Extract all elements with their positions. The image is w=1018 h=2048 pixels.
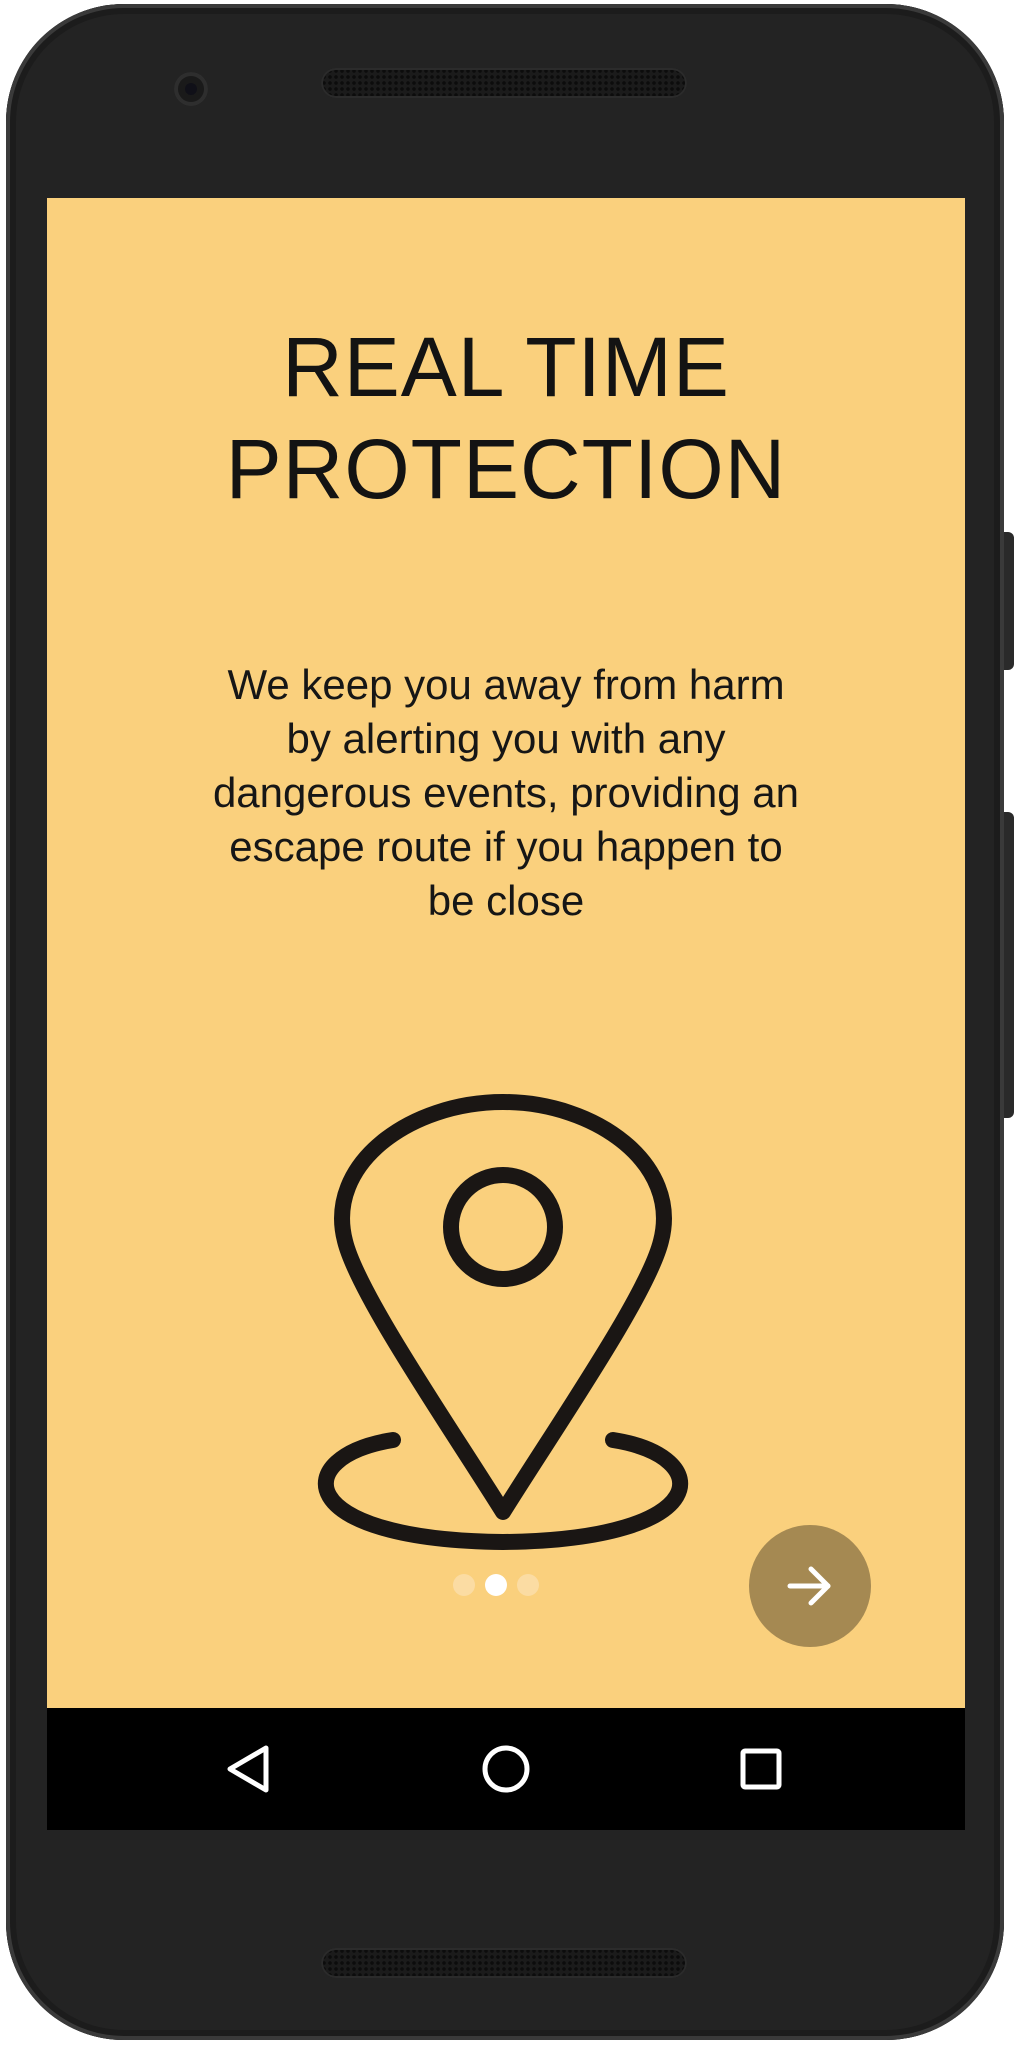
page-indicator-dot-active[interactable] bbox=[485, 1574, 507, 1596]
back-triangle-icon bbox=[227, 1745, 269, 1793]
page-indicator-dot[interactable] bbox=[453, 1574, 475, 1596]
page-indicator-dot[interactable] bbox=[517, 1574, 539, 1596]
home-circle-icon bbox=[482, 1745, 530, 1793]
arrow-right-icon bbox=[787, 1566, 831, 1606]
page-description: We keep you away from harm by alerting y… bbox=[212, 661, 800, 924]
volume-rocker bbox=[1004, 812, 1014, 1118]
location-pin-icon bbox=[317, 1094, 689, 1550]
page-indicator bbox=[453, 1573, 539, 1597]
recents-button[interactable] bbox=[726, 1734, 796, 1804]
page-title-line-2: PROTECTION bbox=[225, 422, 787, 516]
page-title: REAL TIME PROTECTION bbox=[47, 316, 965, 520]
front-camera bbox=[174, 72, 208, 106]
top-speaker-grille bbox=[321, 68, 687, 98]
recents-square-icon bbox=[740, 1748, 782, 1790]
page-title-line-1: REAL TIME bbox=[282, 320, 730, 414]
next-button[interactable] bbox=[749, 1525, 871, 1647]
back-button[interactable] bbox=[214, 1734, 284, 1804]
bottom-speaker-grille bbox=[321, 1948, 687, 1978]
system-navigation-bar bbox=[47, 1708, 965, 1830]
onboarding-page: REAL TIME PROTECTION We keep you away fr… bbox=[47, 198, 965, 1708]
home-button[interactable] bbox=[471, 1734, 541, 1804]
power-button bbox=[1004, 532, 1014, 670]
device-screen: REAL TIME PROTECTION We keep you away fr… bbox=[47, 198, 965, 1830]
